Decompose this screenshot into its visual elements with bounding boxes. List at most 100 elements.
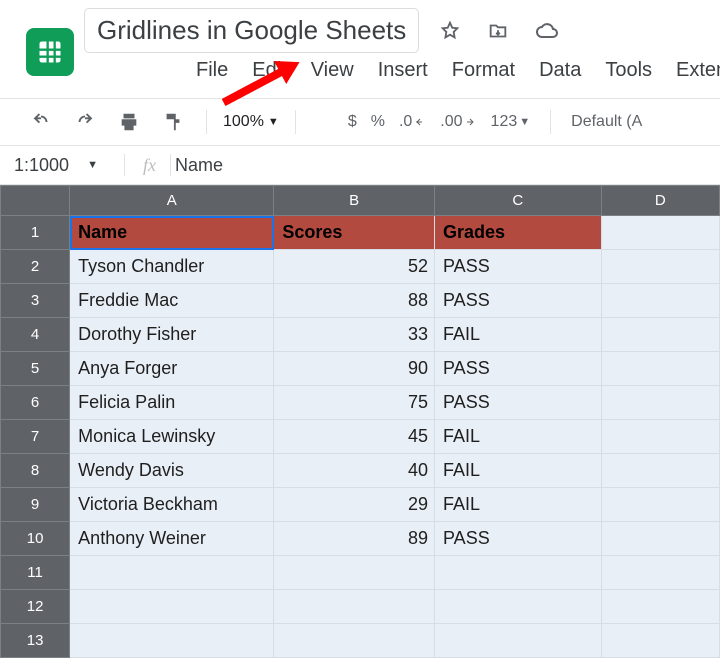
- cell[interactable]: PASS: [435, 250, 602, 284]
- row-header[interactable]: 10: [1, 522, 70, 556]
- cell[interactable]: [435, 624, 602, 658]
- cell[interactable]: [601, 216, 719, 250]
- menu-file[interactable]: File: [196, 59, 228, 82]
- cell[interactable]: [601, 488, 719, 522]
- menu-extensions[interactable]: Extensio: [676, 59, 720, 82]
- cell[interactable]: Wendy Davis: [70, 454, 274, 488]
- star-icon[interactable]: [433, 16, 467, 46]
- chevron-down-icon: ▼: [87, 159, 98, 171]
- cell[interactable]: PASS: [435, 352, 602, 386]
- cell[interactable]: Scores: [274, 216, 435, 250]
- cell[interactable]: [601, 318, 719, 352]
- format-percent-button[interactable]: %: [371, 113, 385, 131]
- cell[interactable]: [274, 556, 435, 590]
- cell[interactable]: [601, 590, 719, 624]
- cell[interactable]: [601, 250, 719, 284]
- row-header[interactable]: 11: [1, 556, 70, 590]
- cell[interactable]: Tyson Chandler: [70, 250, 274, 284]
- cell[interactable]: FAIL: [435, 454, 602, 488]
- row-header[interactable]: 9: [1, 488, 70, 522]
- cell[interactable]: Name: [70, 216, 274, 250]
- row-header[interactable]: 13: [1, 624, 70, 658]
- format-currency-button[interactable]: $: [348, 113, 357, 131]
- row-header[interactable]: 6: [1, 386, 70, 420]
- cell[interactable]: 45: [274, 420, 435, 454]
- print-icon[interactable]: [112, 107, 146, 137]
- col-header-d[interactable]: D: [601, 186, 719, 216]
- cell[interactable]: 88: [274, 284, 435, 318]
- cell[interactable]: [601, 386, 719, 420]
- name-box-value: 1:1000: [14, 155, 69, 176]
- cell[interactable]: [601, 556, 719, 590]
- cell[interactable]: [601, 352, 719, 386]
- row-header[interactable]: 5: [1, 352, 70, 386]
- cell[interactable]: PASS: [435, 522, 602, 556]
- more-formats-dropdown[interactable]: 123▼: [491, 113, 531, 131]
- redo-icon[interactable]: [68, 107, 102, 137]
- cell[interactable]: [274, 590, 435, 624]
- cell[interactable]: Felicia Palin: [70, 386, 274, 420]
- col-header-b[interactable]: B: [274, 186, 435, 216]
- name-box[interactable]: 1:1000 ▼: [14, 155, 124, 176]
- cell[interactable]: FAIL: [435, 420, 602, 454]
- cell[interactable]: Anthony Weiner: [70, 522, 274, 556]
- row-header[interactable]: 1: [1, 216, 70, 250]
- chevron-down-icon: ▼: [268, 116, 279, 128]
- col-header-a[interactable]: A: [70, 186, 274, 216]
- formula-bar[interactable]: Name: [175, 155, 223, 176]
- decrease-decimal-button[interactable]: .0: [399, 113, 426, 131]
- menu-insert[interactable]: Insert: [378, 59, 428, 82]
- row-header[interactable]: 7: [1, 420, 70, 454]
- cell[interactable]: 33: [274, 318, 435, 352]
- cell[interactable]: [601, 624, 719, 658]
- cell[interactable]: [435, 556, 602, 590]
- cell[interactable]: 75: [274, 386, 435, 420]
- menu-data[interactable]: Data: [539, 59, 581, 82]
- col-header-c[interactable]: C: [435, 186, 602, 216]
- cell[interactable]: [601, 454, 719, 488]
- menu-view[interactable]: View: [311, 59, 354, 82]
- cell[interactable]: FAIL: [435, 318, 602, 352]
- select-all-corner[interactable]: [1, 186, 70, 216]
- cell[interactable]: 89: [274, 522, 435, 556]
- cell[interactable]: Grades: [435, 216, 602, 250]
- cell[interactable]: PASS: [435, 386, 602, 420]
- sheets-logo-icon: [26, 28, 74, 76]
- cell[interactable]: [601, 420, 719, 454]
- row-header[interactable]: 4: [1, 318, 70, 352]
- spreadsheet-grid[interactable]: A B C D 1 Name Scores Grades 2Tyson Chan…: [0, 185, 720, 658]
- undo-icon[interactable]: [24, 107, 58, 137]
- cell[interactable]: [70, 624, 274, 658]
- row-header[interactable]: 3: [1, 284, 70, 318]
- cell[interactable]: 29: [274, 488, 435, 522]
- zoom-dropdown[interactable]: 100% ▼: [223, 113, 279, 131]
- font-dropdown[interactable]: Default (A: [571, 113, 642, 131]
- cell[interactable]: 40: [274, 454, 435, 488]
- increase-decimal-button[interactable]: .00: [440, 113, 476, 131]
- cell[interactable]: [274, 624, 435, 658]
- menu-tools[interactable]: Tools: [605, 59, 652, 82]
- cell[interactable]: Victoria Beckham: [70, 488, 274, 522]
- cell[interactable]: Anya Forger: [70, 352, 274, 386]
- cell[interactable]: [601, 284, 719, 318]
- cell[interactable]: Monica Lewinsky: [70, 420, 274, 454]
- row-header[interactable]: 12: [1, 590, 70, 624]
- cell[interactable]: 52: [274, 250, 435, 284]
- cell[interactable]: [601, 522, 719, 556]
- cell[interactable]: Dorothy Fisher: [70, 318, 274, 352]
- row-header[interactable]: 2: [1, 250, 70, 284]
- cell[interactable]: [70, 556, 274, 590]
- cell[interactable]: [435, 590, 602, 624]
- paint-format-icon[interactable]: [156, 107, 190, 137]
- row-header[interactable]: 8: [1, 454, 70, 488]
- cloud-status-icon[interactable]: [529, 15, 565, 47]
- doc-title-input[interactable]: Gridlines in Google Sheets: [84, 8, 419, 53]
- cell[interactable]: [70, 590, 274, 624]
- cell[interactable]: PASS: [435, 284, 602, 318]
- cell[interactable]: FAIL: [435, 488, 602, 522]
- cell[interactable]: Freddie Mac: [70, 284, 274, 318]
- zoom-value: 100%: [223, 113, 264, 131]
- cell[interactable]: 90: [274, 352, 435, 386]
- move-icon[interactable]: [481, 16, 515, 46]
- menu-format[interactable]: Format: [452, 59, 515, 82]
